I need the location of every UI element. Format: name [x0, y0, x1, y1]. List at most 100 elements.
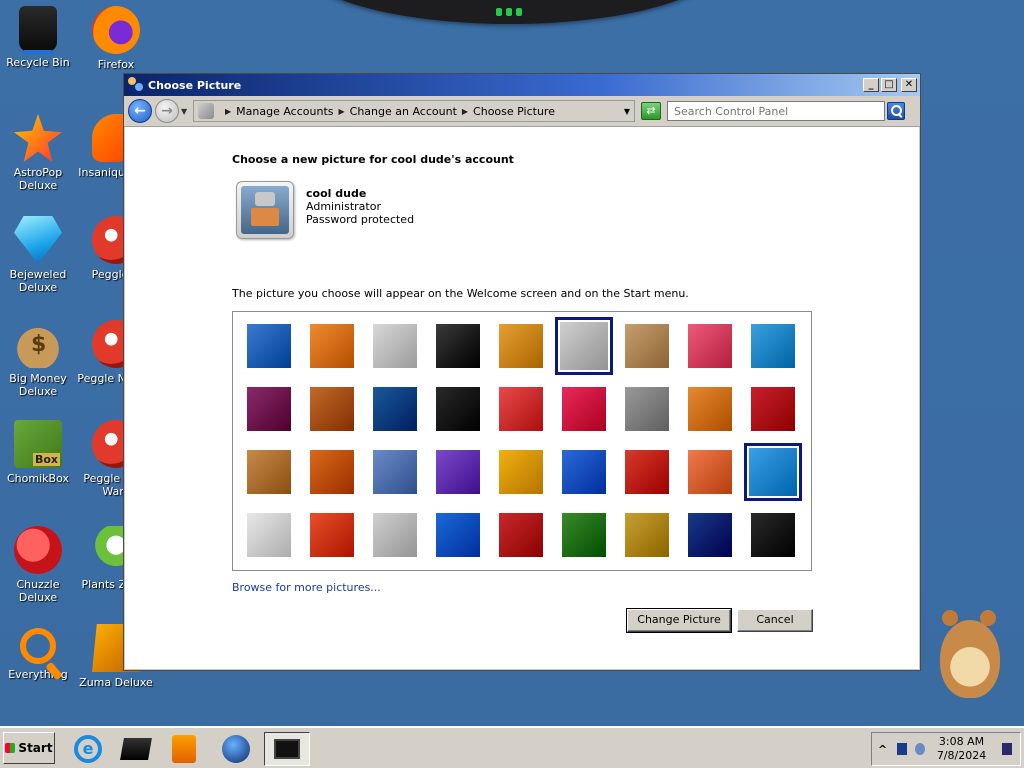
breadcrumb-manage-accounts[interactable]: Manage Accounts [236, 105, 333, 118]
search-input[interactable] [667, 101, 885, 121]
picture-option-woven-pattern[interactable] [495, 509, 547, 561]
picture-option-colorful-stripes[interactable] [306, 509, 358, 561]
picture-option-guitar[interactable] [243, 446, 295, 498]
pomeranian-icon [310, 450, 354, 494]
network-icon[interactable] [897, 743, 908, 755]
window-title: Choose Picture [148, 78, 242, 92]
picture-option-turntable[interactable] [432, 320, 484, 372]
choose-picture-window: Choose Picture _ □ ✕ ← → ▼ ▶ Manage Acco… [123, 73, 921, 671]
clock[interactable]: 3:08 AM 7/8/2024 [937, 735, 986, 763]
picture-option-sunflower[interactable] [495, 446, 547, 498]
maximize-button[interactable]: □ [881, 78, 897, 92]
breadcrumb[interactable]: ▶ Manage Accounts ▶ Change an Account ▶ … [193, 100, 635, 122]
breadcrumb-separator-icon[interactable]: ▶ [225, 107, 231, 116]
start-label: Start [18, 741, 53, 755]
clock-date: 7/8/2024 [936, 749, 987, 762]
picture-option-marbles[interactable] [369, 509, 421, 561]
picture-option-butterfly[interactable] [558, 509, 610, 561]
picture-option-silk-scarf[interactable] [432, 446, 484, 498]
desktop-icon-bejeweled[interactable]: Bejeweled Deluxe [0, 216, 78, 294]
taskbar-media-player[interactable] [164, 732, 204, 766]
close-button[interactable]: ✕ [901, 78, 917, 92]
breadcrumb-change-account[interactable]: Change an Account [350, 105, 457, 118]
satellite-dish-icon [560, 322, 608, 370]
breadcrumb-choose-picture[interactable]: Choose Picture [473, 105, 555, 118]
taskbar-choose-picture[interactable] [264, 732, 310, 766]
silk-scarf-icon [436, 450, 480, 494]
robot-bunny-icon [373, 324, 417, 368]
history-dropdown-icon[interactable]: ▼ [181, 107, 191, 116]
lighthouse-icon [688, 513, 732, 557]
picture-option-jacks[interactable] [621, 383, 673, 435]
picture-option-soccer-ball[interactable] [243, 509, 295, 561]
browse-more-pictures-link[interactable]: Browse for more pictures... [232, 581, 381, 594]
marbles-icon [373, 513, 417, 557]
picture-option-tropical-fish[interactable] [558, 446, 610, 498]
desktop-icon-chomikbox[interactable]: Box ChomikBox [0, 420, 78, 485]
led-indicator [506, 8, 512, 16]
change-picture-button[interactable]: Change Picture [626, 608, 732, 633]
picture-option-robot-bunny[interactable] [369, 320, 421, 372]
chomikbox-icon: Box [14, 420, 62, 468]
control-panel-icon [198, 103, 214, 119]
desktop-icon-firefox[interactable]: Firefox [76, 6, 156, 71]
picture-option-hot-air-balloon[interactable] [621, 446, 673, 498]
breadcrumb-separator-icon[interactable]: ▶ [462, 107, 468, 116]
cancel-button[interactable]: Cancel [737, 609, 813, 632]
desktop-icon-everything[interactable]: Everything [0, 624, 78, 681]
desktop-icon-astropop[interactable]: AstroPop Deluxe [0, 114, 78, 192]
volume-icon[interactable] [915, 743, 925, 755]
picture-option-satellite-dish[interactable] [555, 317, 613, 375]
start-button[interactable]: Start [3, 732, 55, 764]
address-bar: ← → ▼ ▶ Manage Accounts ▶ Change an Acco… [124, 96, 920, 127]
kitten-icon [625, 324, 669, 368]
picture-option-ginkgo-leaf[interactable] [369, 383, 421, 435]
back-button[interactable]: ← [128, 99, 152, 123]
picture-option-border-collie[interactable] [432, 383, 484, 435]
taskbar-virtual-box[interactable] [116, 732, 156, 766]
picture-option-flower-pink[interactable] [684, 320, 736, 372]
picture-option-kitten[interactable] [621, 320, 673, 372]
taskbar-globe[interactable] [216, 732, 256, 766]
picture-option-matryoshka[interactable] [684, 446, 736, 498]
picture-option-paper-star[interactable] [558, 383, 610, 435]
recycle-bin-icon [19, 6, 57, 54]
picture-option-chess-board[interactable] [747, 509, 799, 561]
border-collie-icon [436, 387, 480, 431]
picture-option-lighthouse[interactable] [684, 509, 736, 561]
title-bar[interactable]: Choose Picture _ □ ✕ [124, 74, 920, 96]
system-tray: ^ 3:08 AM 7/8/2024 [871, 732, 1021, 766]
picture-option-green-window[interactable] [432, 509, 484, 561]
soccer-ball-icon [247, 513, 291, 557]
picture-option-ferris-wheel[interactable] [747, 320, 799, 372]
desktop-icon-label: Bejeweled Deluxe [9, 268, 67, 294]
desktop-icon-chuzzle[interactable]: Chuzzle Deluxe [0, 526, 78, 604]
picture-option-bowling-ball[interactable] [243, 383, 295, 435]
picture-option-stairs[interactable] [684, 383, 736, 435]
media-player-icon [172, 735, 196, 763]
picture-option-toy-robot[interactable] [369, 446, 421, 498]
refresh-button[interactable]: ⇄ [641, 102, 661, 120]
desktop-icon-recycle-bin[interactable]: Recycle Bin [0, 6, 78, 69]
picture-option-roller-coaster[interactable] [243, 320, 295, 372]
forward-button[interactable]: → [155, 99, 179, 123]
picture-option-lucky-cat[interactable] [495, 320, 547, 372]
search-icon[interactable] [887, 102, 905, 120]
picture-option-crayons[interactable] [495, 383, 547, 435]
minimize-button[interactable]: _ [863, 78, 879, 92]
desktop-icon-big-money[interactable]: $ Big Money Deluxe [0, 320, 78, 398]
taskbar: Start e ^ 3:08 AM 7/8/2024 [0, 726, 1024, 768]
notification-icon[interactable] [1002, 743, 1013, 755]
tray-chevron-icon[interactable]: ^ [878, 743, 887, 756]
breadcrumb-separator-icon[interactable]: ▶ [339, 107, 345, 116]
starfish-icon [310, 324, 354, 368]
picture-option-pomeranian[interactable] [306, 446, 358, 498]
picture-option-origami-crane[interactable] [747, 383, 799, 435]
taskbar-internet-explorer[interactable]: e [68, 732, 108, 766]
address-dropdown-icon[interactable]: ▼ [624, 107, 630, 116]
picture-option-starfish[interactable] [306, 320, 358, 372]
picture-option-sailboat[interactable] [744, 443, 802, 501]
picture-option-fabric-stripes[interactable] [306, 383, 358, 435]
picture-option-wicker-spiral[interactable] [621, 509, 673, 561]
hamster-body [940, 620, 1000, 698]
